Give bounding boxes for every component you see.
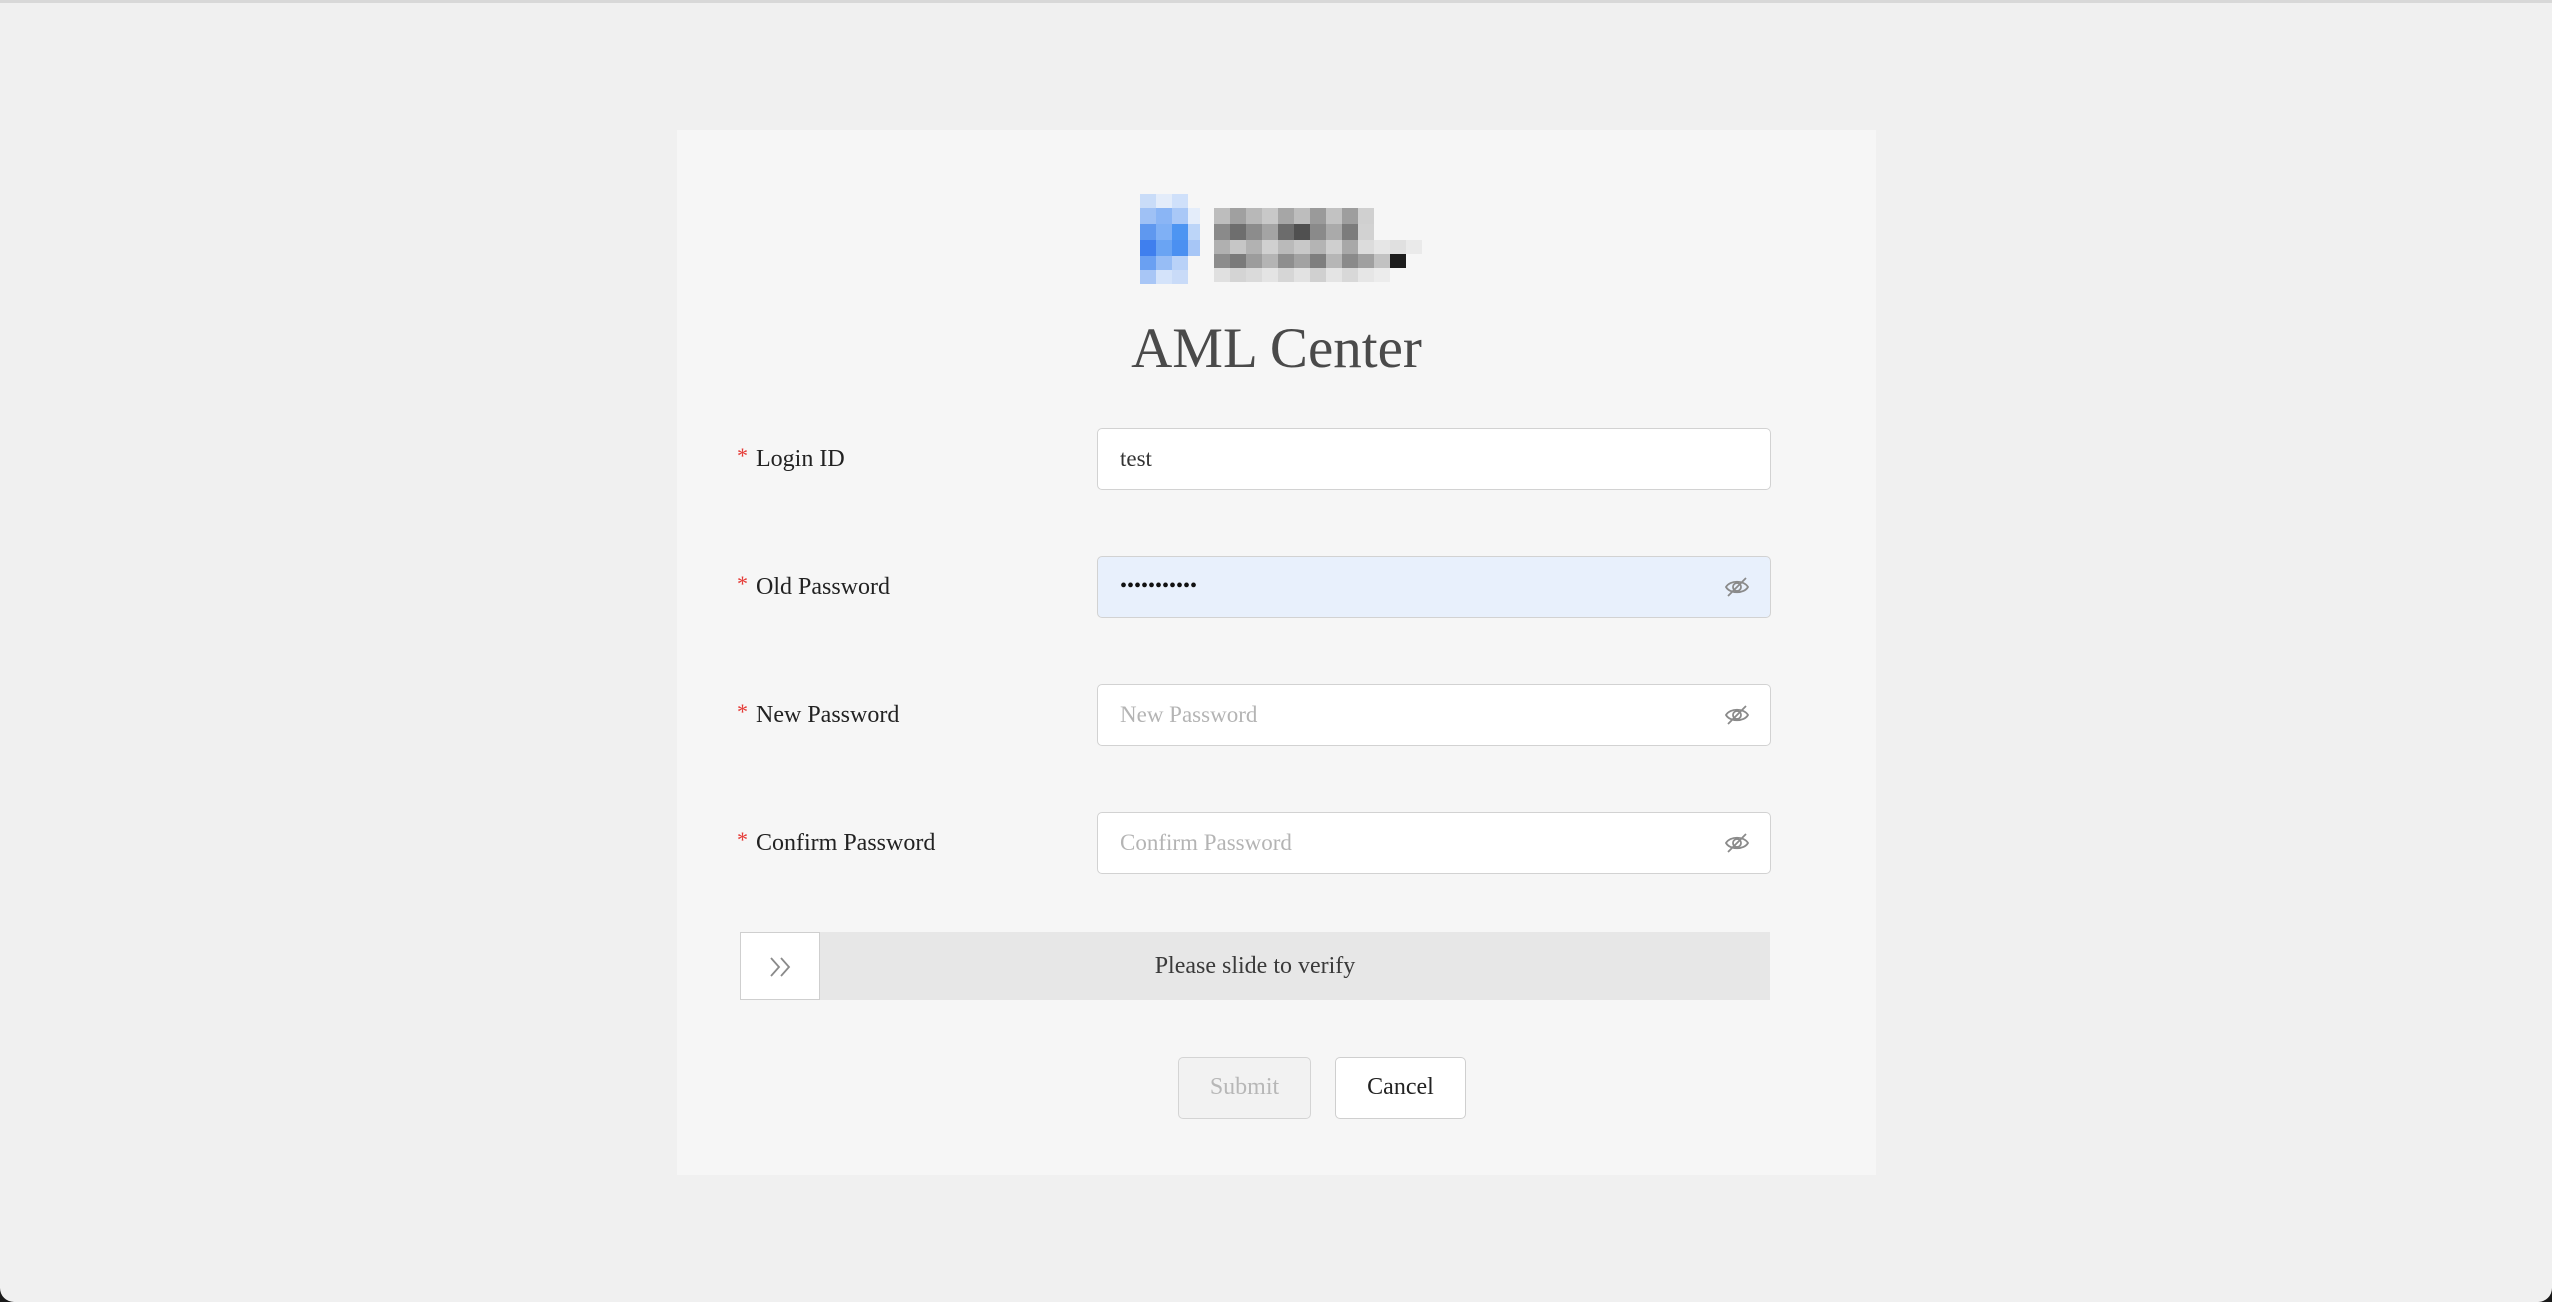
confirm-password-input[interactable] — [1120, 813, 1710, 872]
new-password-label-text: New Password — [756, 702, 900, 728]
login-id-input[interactable] — [1120, 429, 1710, 488]
required-marker: * — [737, 443, 748, 468]
old-password-input[interactable] — [1120, 557, 1710, 616]
logo-mark — [1140, 194, 1200, 284]
change-password-card: AML Center * Login ID * Old Password * New … — [677, 130, 1876, 1175]
login-id-row: * Login ID — [737, 428, 1817, 492]
login-id-label: * Login ID — [737, 442, 845, 476]
submit-button[interactable]: Submit — [1178, 1057, 1311, 1119]
confirm-password-label: * Confirm Password — [737, 826, 935, 860]
eye-slash-icon[interactable] — [1724, 574, 1750, 600]
slide-verify-handle[interactable] — [740, 932, 820, 1000]
cancel-button[interactable]: Cancel — [1335, 1057, 1466, 1119]
required-marker: * — [737, 571, 748, 596]
new-password-row: * New Password — [737, 684, 1817, 748]
double-chevron-right-icon — [770, 957, 791, 977]
slide-verify-text: Please slide to verify — [1154, 953, 1356, 979]
confirm-password-label-text: Confirm Password — [756, 830, 936, 856]
new-password-input[interactable] — [1120, 685, 1710, 744]
window-corner-right — [2538, 1288, 2552, 1302]
eye-slash-icon[interactable] — [1724, 702, 1750, 728]
company-logo — [1140, 194, 1422, 284]
new-password-label: * New Password — [737, 698, 899, 732]
slide-verify-track[interactable]: Please slide to verify — [740, 932, 1770, 1000]
old-password-row: * Old Password — [737, 556, 1817, 620]
required-marker: * — [737, 827, 748, 852]
logo-wordmark — [1214, 208, 1422, 282]
confirm-password-field[interactable] — [1097, 812, 1771, 874]
top-border — [0, 0, 2552, 3]
confirm-password-row: * Confirm Password — [737, 812, 1817, 876]
old-password-label-text: Old Password — [756, 574, 891, 600]
eye-slash-icon[interactable] — [1724, 830, 1750, 856]
login-id-label-text: Login ID — [756, 446, 845, 472]
required-marker: * — [737, 699, 748, 724]
login-id-field[interactable] — [1097, 428, 1771, 490]
old-password-field[interactable] — [1097, 556, 1771, 618]
window-corner-left — [0, 1288, 14, 1302]
app-title: AML Center — [1131, 317, 1422, 380]
new-password-field[interactable] — [1097, 684, 1771, 746]
old-password-label: * Old Password — [737, 570, 890, 604]
